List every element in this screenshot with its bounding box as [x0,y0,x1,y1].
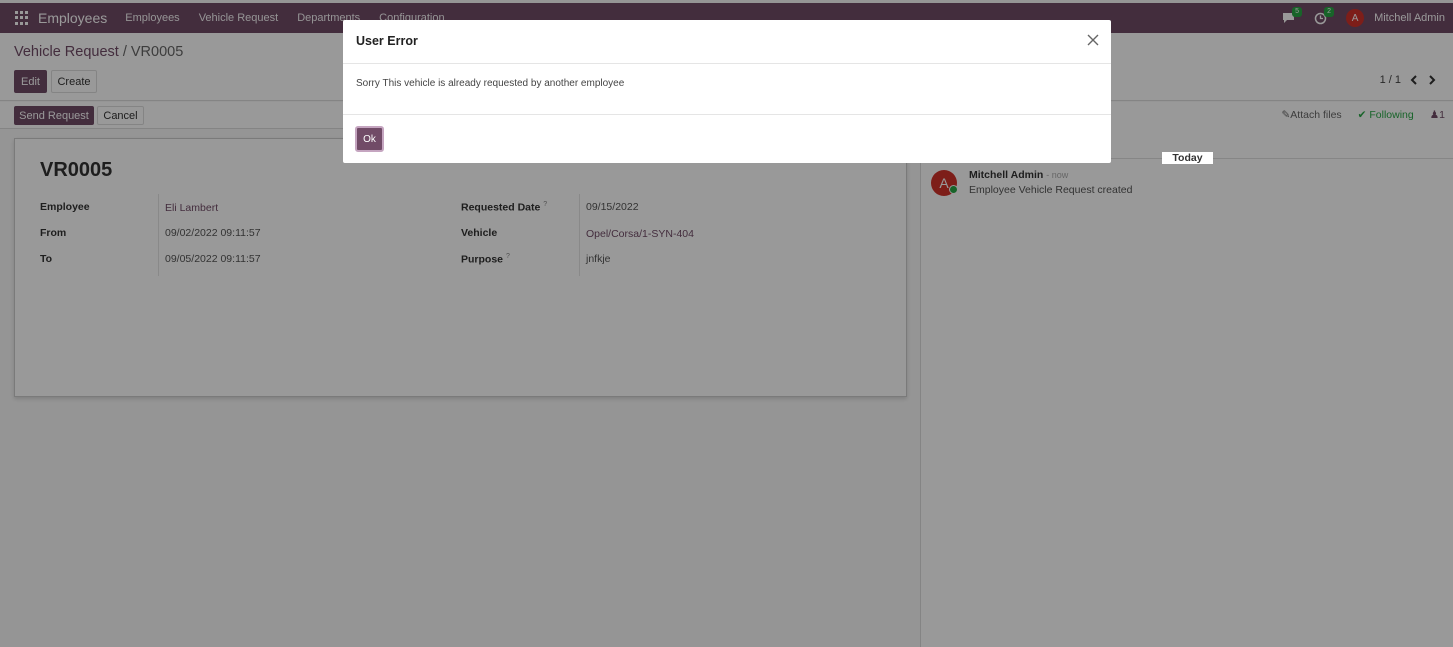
dialog-title: User Error [356,34,418,48]
user-error-dialog: User Error Sorry This vehicle is already… [343,20,1111,163]
dialog-header: User Error [343,20,1111,64]
day-label: Today [1162,152,1213,164]
ok-button[interactable]: Ok [355,126,384,152]
dialog-message: Sorry This vehicle is already requested … [356,78,625,89]
dialog-footer: Ok [343,114,1111,163]
close-icon[interactable] [1085,32,1101,48]
